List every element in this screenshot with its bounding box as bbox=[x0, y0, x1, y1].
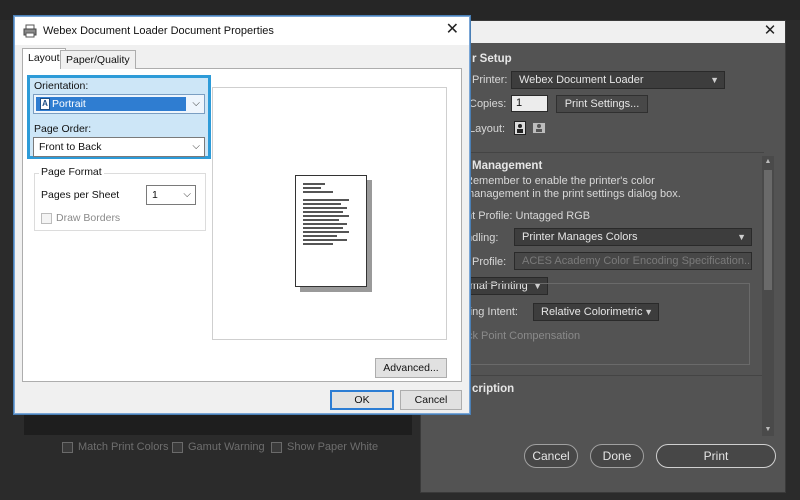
text-line bbox=[303, 191, 333, 193]
section-divider bbox=[424, 152, 764, 153]
printer-setup-title: r Setup bbox=[472, 53, 512, 65]
copies-label: Copies: bbox=[469, 98, 507, 110]
page-preview bbox=[295, 175, 367, 287]
show-paper-white-checkbox[interactable]: Show Paper White bbox=[271, 441, 378, 453]
text-line bbox=[303, 183, 325, 185]
printer-select[interactable]: Webex Document Loader ▼ bbox=[511, 71, 725, 89]
copies-input[interactable]: 1 bbox=[511, 95, 548, 112]
page-order-select[interactable]: Front to Back ⌵ bbox=[33, 137, 205, 157]
text-line bbox=[303, 199, 349, 201]
checkbox-box bbox=[62, 441, 73, 453]
text-line bbox=[303, 219, 339, 221]
layout-preview-pane bbox=[212, 87, 447, 340]
portrait-icon: A bbox=[40, 98, 50, 110]
checkbox-label: Match Print Colors bbox=[78, 441, 169, 453]
orientation-select[interactable]: A Portrait ⌵ bbox=[33, 94, 205, 114]
cancel-button[interactable]: Cancel bbox=[524, 444, 578, 468]
black-point-compensation-label: ck Point Compensation bbox=[467, 330, 581, 342]
section-divider bbox=[424, 375, 764, 376]
text-line bbox=[303, 239, 347, 241]
chevron-down-icon: ⌵ bbox=[192, 141, 200, 152]
advanced-button[interactable]: Advanced... bbox=[375, 358, 447, 378]
done-button[interactable]: Done bbox=[590, 444, 644, 468]
document-profile-text: nt Profile: Untagged RGB bbox=[466, 210, 591, 222]
rendering-intent-select[interactable]: Relative Colorimetric ▼ bbox=[533, 303, 659, 321]
text-line bbox=[303, 231, 349, 233]
layout-label: Layout: bbox=[469, 123, 506, 135]
text-line bbox=[303, 211, 343, 213]
printer-icon bbox=[23, 24, 37, 38]
reminder-line-1: Remember to enable the printer's color bbox=[465, 175, 655, 187]
scrollbar-thumb[interactable] bbox=[764, 170, 772, 290]
printer-profile-value: ACES Academy Color Encoding Specificatio… bbox=[522, 255, 752, 267]
cancel-properties-button[interactable]: Cancel bbox=[400, 390, 462, 410]
page-order-label: Page Order: bbox=[34, 123, 92, 135]
chevron-down-icon: ⌵ bbox=[192, 98, 200, 109]
page-order-value: Front to Back bbox=[39, 141, 102, 153]
rendering-intent-label: ring Intent: bbox=[466, 306, 518, 318]
gamut-warning-checkbox[interactable]: Gamut Warning bbox=[172, 441, 265, 453]
text-line bbox=[303, 187, 321, 189]
rendering-group-box bbox=[426, 283, 750, 365]
print-dialog-close-icon[interactable]: ✕ bbox=[761, 22, 779, 40]
scroll-up-icon[interactable]: ▲ bbox=[762, 156, 774, 168]
chevron-down-icon: ▼ bbox=[644, 307, 653, 317]
text-line bbox=[303, 207, 347, 209]
text-line bbox=[303, 243, 333, 245]
text-line bbox=[303, 227, 343, 229]
print-dialog-titlebar: ✕ bbox=[421, 21, 785, 43]
print-button[interactable]: Print bbox=[656, 444, 776, 468]
match-print-colors-checkbox[interactable]: Match Print Colors bbox=[62, 441, 168, 453]
printer-profile-select: ACES Academy Color Encoding Specificatio… bbox=[514, 252, 752, 270]
text-line bbox=[303, 215, 349, 217]
checkbox-box bbox=[271, 441, 282, 453]
description-title: cription bbox=[472, 383, 515, 395]
print-settings-button[interactable]: Print Settings... bbox=[556, 95, 648, 113]
landscape-layout-icon[interactable] bbox=[532, 122, 546, 134]
rendering-intent-value: Relative Colorimetric bbox=[541, 306, 643, 318]
properties-titlebar: Webex Document Loader Document Propertie… bbox=[15, 17, 469, 45]
text-line bbox=[303, 203, 341, 205]
orientation-value: Portrait bbox=[52, 98, 86, 110]
pages-per-sheet-select[interactable]: 1 ⌵ bbox=[146, 185, 196, 205]
orientation-label: Orientation: bbox=[34, 80, 89, 92]
properties-title: Webex Document Loader Document Propertie… bbox=[43, 25, 274, 37]
text-line bbox=[303, 235, 337, 237]
chevron-down-icon: ▼ bbox=[737, 232, 746, 242]
checkbox-box bbox=[41, 212, 52, 224]
draw-borders-label: Draw Borders bbox=[56, 212, 121, 224]
pages-per-sheet-value: 1 bbox=[152, 189, 158, 201]
checkbox-label: Gamut Warning bbox=[188, 441, 265, 453]
color-handling-value: Printer Manages Colors bbox=[522, 231, 638, 243]
draw-borders-checkbox[interactable]: Draw Borders bbox=[41, 212, 120, 224]
color-handling-label: ndling: bbox=[466, 232, 499, 244]
chevron-down-icon: ▼ bbox=[710, 75, 719, 85]
print-dialog-scrollbar[interactable]: ▲ ▼ bbox=[762, 156, 774, 436]
tab-paper-quality[interactable]: Paper/Quality bbox=[60, 50, 136, 69]
scroll-down-icon[interactable]: ▼ bbox=[762, 424, 774, 436]
orientation-selected-value: A Portrait bbox=[36, 97, 186, 111]
tab-layout[interactable]: Layout bbox=[22, 48, 66, 69]
text-line bbox=[303, 223, 347, 225]
ok-button[interactable]: OK bbox=[330, 390, 394, 410]
color-handling-select[interactable]: Printer Manages Colors ▼ bbox=[514, 228, 752, 246]
checkbox-box bbox=[172, 441, 183, 453]
chevron-down-icon: ⌵ bbox=[183, 189, 191, 200]
reminder-line-2: management in the print settings dialog … bbox=[465, 188, 681, 200]
printer-profile-label: Profile: bbox=[472, 256, 507, 268]
pages-per-sheet-label: Pages per Sheet bbox=[41, 189, 120, 201]
printer-label: Printer: bbox=[472, 74, 508, 86]
properties-close-icon[interactable]: ✕ bbox=[446, 21, 459, 39]
color-management-title: Management bbox=[472, 160, 543, 172]
page-format-legend: Page Format bbox=[39, 166, 104, 178]
portrait-layout-icon[interactable] bbox=[514, 121, 526, 135]
printer-select-value: Webex Document Loader bbox=[519, 74, 644, 86]
checkbox-label: Show Paper White bbox=[287, 441, 379, 453]
